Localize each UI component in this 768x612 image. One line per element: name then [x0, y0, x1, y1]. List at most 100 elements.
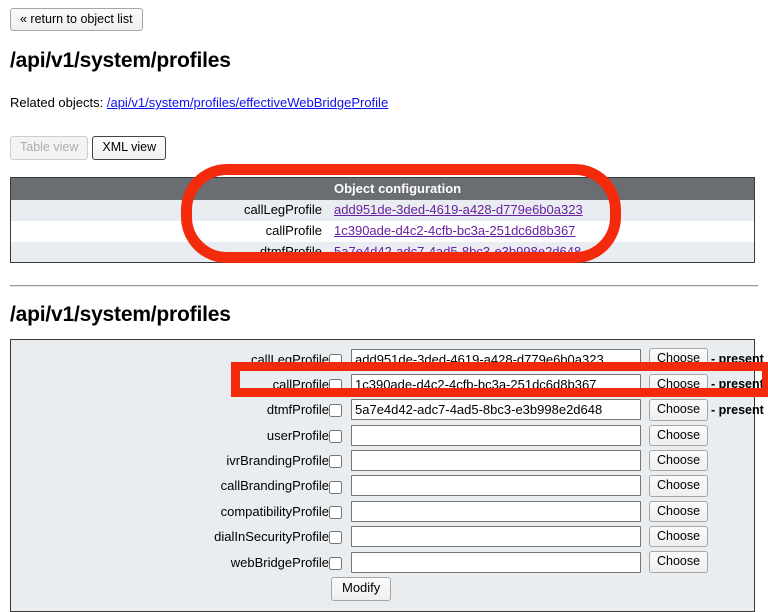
object-configuration-key: callProfile [10, 220, 328, 242]
choose-button[interactable]: Choose [649, 399, 709, 421]
profile-field-status [711, 423, 754, 448]
section-divider [10, 285, 758, 288]
profile-field-choose-cell: Choose [649, 549, 711, 574]
profile-field-status [711, 499, 754, 524]
return-to-object-list-button[interactable]: « return to object list [10, 8, 143, 32]
object-configuration-value-link[interactable]: 1c390ade-d4c2-4cfb-bc3a-251dc6d8b367 [334, 223, 575, 238]
profile-field-row: userProfile Choose [11, 423, 754, 448]
profile-field-input[interactable] [351, 450, 641, 472]
profile-field-choose-cell: Choose [649, 397, 711, 422]
profile-field-checkbox-cell [329, 524, 351, 549]
choose-button[interactable]: Choose [649, 551, 709, 573]
object-configuration-row: dtmfProfile 5a7e4d42-adc7-4ad5-8bc3-e3b99… [10, 241, 755, 263]
profile-field-choose-cell: Choose [649, 473, 711, 498]
object-configuration-row: callProfile 1c390ade-d4c2-4cfb-bc3a-251dc… [10, 220, 755, 242]
form-section-title: /api/v1/system/profiles [10, 303, 231, 327]
related-objects: Related objects: /api/v1/system/profiles… [10, 95, 758, 110]
profile-field-choose-cell: Choose [649, 346, 711, 371]
profile-field-input-cell [351, 524, 649, 549]
profile-field-checkbox[interactable] [329, 556, 342, 570]
profile-field-label: webBridgeProfile [230, 554, 329, 570]
profile-field-label: compatibilityProfile [220, 503, 329, 519]
profile-field-input-cell [351, 397, 649, 422]
profile-field-status [711, 524, 754, 549]
choose-button[interactable]: Choose [649, 500, 709, 523]
related-objects-label: Related objects: [10, 95, 104, 111]
page-root: « return to object list /api/v1/system/p… [0, 0, 768, 612]
profile-field-checkbox-cell [329, 473, 351, 498]
profile-field-input-cell [351, 372, 649, 397]
profile-field-row: dialInSecurityProfile Choose [11, 524, 754, 549]
profile-field-choose-cell: Choose [649, 423, 711, 448]
profiles-form-tfoot: Modify [11, 575, 754, 603]
profile-field-label: callLegProfile [250, 351, 329, 367]
profile-field-checkbox[interactable] [329, 531, 342, 545]
profile-field-checkbox[interactable] [329, 404, 342, 418]
object-configuration-value-cell: add951de-3ded-4619-a428-d779e6b0a323 [328, 199, 755, 221]
choose-button[interactable]: Choose [649, 449, 709, 472]
related-objects-link[interactable]: /api/v1/system/profiles/effectiveWebBrid… [107, 95, 388, 110]
profile-field-label: dialInSecurityProfile [214, 529, 329, 545]
choose-button[interactable]: Choose [649, 373, 709, 396]
profiles-form-panel: callLegProfileChoose- presentcallProfile… [10, 339, 764, 612]
profile-field-status [711, 549, 754, 574]
profile-field-input-cell [351, 549, 649, 574]
modify-button[interactable]: Modify [331, 576, 392, 601]
profile-field-checkbox-cell [329, 549, 351, 574]
profile-field-choose-cell: Choose [649, 524, 711, 549]
profile-field-label: callProfile [272, 376, 329, 392]
profile-field-status [711, 448, 754, 473]
profile-field-input[interactable] [351, 500, 641, 522]
profile-field-status: - present [711, 377, 764, 392]
choose-button[interactable]: Choose [649, 526, 709, 548]
modify-row-end-spacer [711, 575, 754, 603]
profile-field-row: callLegProfile Choose- present [11, 346, 764, 371]
profile-field-checkbox[interactable] [329, 429, 342, 443]
xml-view-button[interactable]: XML view [92, 136, 167, 160]
object-configuration-header-row: Object configuration [10, 177, 755, 200]
profile-field-input[interactable] [351, 424, 641, 446]
profile-field-input-cell [351, 346, 649, 371]
profile-field-checkbox[interactable] [329, 480, 342, 494]
profile-field-checkbox[interactable] [329, 455, 342, 469]
profile-field-input[interactable] [351, 399, 641, 421]
profile-field-input[interactable] [351, 373, 641, 395]
object-configuration-value-link[interactable]: 5a7e4d42-adc7-4ad5-8bc3-e3b998e2d648 [334, 244, 581, 259]
page-title: /api/v1/system/profiles [10, 49, 231, 73]
profile-field-checkbox[interactable] [329, 353, 342, 367]
object-configuration-thead: Object configuration [10, 177, 755, 200]
profile-field-checkbox[interactable] [329, 379, 342, 393]
choose-button[interactable]: Choose [649, 475, 709, 497]
profile-field-choose-cell: Choose [649, 372, 711, 397]
object-configuration-value-link[interactable]: add951de-3ded-4619-a428-d779e6b0a323 [334, 202, 583, 217]
profile-field-row: callBrandingProfile Choose [11, 473, 754, 498]
profile-field-checkbox-cell [329, 423, 351, 448]
profile-field-checkbox-cell [329, 397, 351, 422]
profile-field-checkbox-cell [329, 372, 351, 397]
choose-button[interactable]: Choose [649, 424, 709, 446]
choose-button[interactable]: Choose [649, 348, 709, 370]
object-configuration-tbody: callLegProfile add951de-3ded-4619-a428-d7… [10, 199, 755, 263]
object-configuration-table: Object configuration callLegProfile add95… [10, 176, 755, 264]
profile-field-status [711, 473, 754, 498]
profile-field-input[interactable] [351, 348, 641, 370]
profile-field-input[interactable] [351, 475, 641, 497]
profile-field-input[interactable] [351, 551, 641, 573]
view-toggle-bar: Table view XML view [10, 136, 758, 160]
profile-field-row: callProfile Choose- present [11, 372, 764, 397]
profile-field-row: ivrBrandingProfile Choose [11, 448, 754, 473]
profile-field-row: dtmfProfile Choose- present [11, 397, 764, 422]
object-configuration-key: dtmfProfile [10, 241, 328, 263]
profile-field-choose-cell: Choose [649, 448, 711, 473]
profile-field-row: compatibilityProfile Choose [11, 499, 754, 524]
profile-field-row: webBridgeProfile Choose [11, 549, 754, 574]
profile-field-input[interactable] [351, 526, 641, 548]
profile-field-label: ivrBrandingProfile [226, 453, 329, 469]
modify-row-spacer [11, 575, 329, 603]
profiles-form-tbody: callLegProfileChoose- presentcallProfile… [11, 346, 764, 574]
profile-field-input-cell [351, 473, 649, 498]
profile-field-label: userProfile [266, 427, 329, 443]
profile-field-choose-cell: Choose [649, 499, 711, 524]
profile-field-checkbox[interactable] [329, 505, 342, 519]
table-view-button[interactable]: Table view [10, 136, 89, 160]
